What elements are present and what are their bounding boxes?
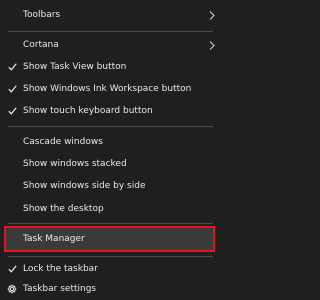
- menu-item-task-manager[interactable]: Task Manager: [4, 226, 215, 252]
- gear-icon: [6, 278, 18, 300]
- menu-separator: [8, 126, 213, 127]
- menu-item-side-by-side[interactable]: Show windows side by side: [0, 175, 221, 197]
- taskbar-context-menu: Toolbars Cortana Show Task View button S…: [0, 0, 221, 300]
- menu-item-task-view[interactable]: Show Task View button: [0, 56, 221, 78]
- menu-item-label: Show windows side by side: [23, 181, 146, 191]
- check-icon: [6, 56, 18, 78]
- menu-item-label: Taskbar settings: [23, 284, 97, 294]
- menu-item-toolbars[interactable]: Toolbars: [0, 4, 221, 26]
- menu-item-label: Show Windows Ink Workspace button: [23, 84, 192, 94]
- menu-separator: [8, 256, 213, 257]
- menu-item-label: Show touch keyboard button: [23, 106, 153, 116]
- menu-item-lock-taskbar[interactable]: Lock the taskbar: [0, 258, 221, 280]
- chevron-right-icon: [209, 4, 215, 26]
- menu-item-taskbar-settings[interactable]: Taskbar settings: [0, 278, 221, 300]
- menu-separator: [8, 223, 213, 224]
- check-icon: [6, 258, 18, 280]
- menu-item-touch-keyboard[interactable]: Show touch keyboard button: [0, 100, 221, 122]
- menu-item-label: Cortana: [23, 40, 59, 50]
- menu-item-label: Toolbars: [23, 10, 61, 20]
- menu-separator: [8, 31, 213, 32]
- chevron-right-icon: [209, 34, 215, 56]
- menu-item-ink-workspace[interactable]: Show Windows Ink Workspace button: [0, 78, 221, 100]
- menu-item-label: Cascade windows: [23, 137, 103, 147]
- menu-item-label: Show the desktop: [23, 204, 104, 214]
- menu-item-cortana[interactable]: Cortana: [0, 34, 221, 56]
- menu-item-label: Lock the taskbar: [23, 264, 98, 274]
- menu-item-label: Show windows stacked: [23, 159, 127, 169]
- menu-item-label: Task Manager: [23, 234, 85, 244]
- check-icon: [6, 78, 18, 100]
- menu-item-stacked[interactable]: Show windows stacked: [0, 153, 221, 175]
- menu-item-show-desktop[interactable]: Show the desktop: [0, 198, 221, 220]
- check-icon: [6, 100, 18, 122]
- menu-item-label: Show Task View button: [23, 62, 127, 72]
- menu-item-cascade[interactable]: Cascade windows: [0, 131, 221, 153]
